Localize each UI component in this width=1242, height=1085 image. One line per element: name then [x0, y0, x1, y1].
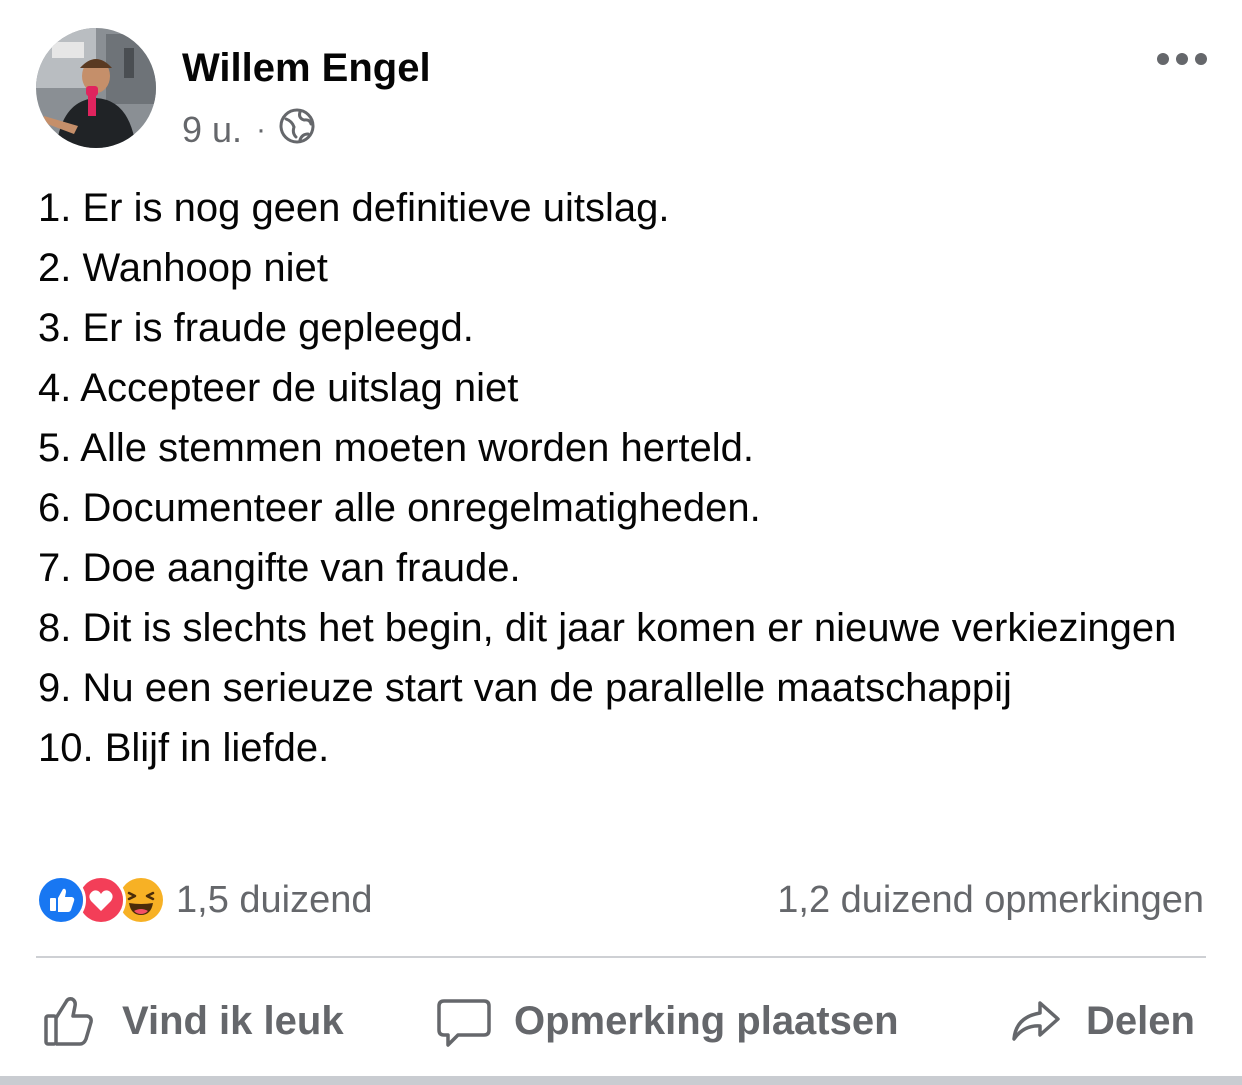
- more-icon: [1157, 53, 1207, 65]
- like-icon: [36, 875, 86, 925]
- more-options-button[interactable]: [1156, 48, 1208, 70]
- post-line: 3. Er is fraude gepleegd.: [38, 306, 474, 350]
- post-line: 4. Accepteer de uitslag niet: [38, 366, 519, 410]
- action-bar: Vind ik leuk Opmerking plaatsen Delen: [36, 986, 1206, 1056]
- share-button[interactable]: Delen: [1008, 986, 1195, 1056]
- post-line: 10. Blijf in liefde.: [38, 726, 330, 770]
- reaction-summary[interactable]: 1,5 duizend: [36, 872, 373, 928]
- post-line: 9. Nu een serieuze start van de parallel…: [38, 666, 1012, 710]
- post-line: 1. Er is nog geen definitieve uitslag.: [38, 186, 670, 230]
- author-avatar[interactable]: [36, 28, 156, 148]
- comment-button[interactable]: Opmerking plaatsen: [436, 986, 899, 1056]
- post-line: 5. Alle stemmen moeten worden herteld.: [38, 426, 754, 470]
- author-name[interactable]: Willem Engel: [182, 46, 431, 91]
- meta-separator: ·: [256, 113, 267, 146]
- post-line: 2. Wanhoop niet: [38, 246, 328, 290]
- reaction-count: 1,5 duizend: [176, 878, 373, 921]
- post-meta: 9 u. ·: [182, 108, 316, 152]
- feed-separator: [0, 1076, 1242, 1085]
- like-button-label: Vind ik leuk: [122, 998, 344, 1043]
- like-button[interactable]: Vind ik leuk: [42, 986, 344, 1056]
- comment-count[interactable]: 1,2 duizend opmerkingen: [777, 872, 1204, 928]
- post-line: 8. Dit is slechts het begin, dit jaar ko…: [38, 606, 1177, 650]
- comment-button-label: Opmerking plaatsen: [514, 998, 899, 1043]
- globe-icon: [278, 107, 316, 154]
- divider: [36, 956, 1206, 958]
- post-line: 7. Doe aangifte van fraude.: [38, 546, 521, 590]
- thumbs-up-icon: [44, 997, 93, 1046]
- share-icon: [1012, 1001, 1060, 1041]
- post-line: 6. Documenteer alle onregelmatigheden.: [38, 486, 761, 530]
- comment-icon: [437, 999, 491, 1047]
- post-timestamp[interactable]: 9 u.: [182, 109, 242, 151]
- post-text: 1. Er is nog geen definitieve uitslag. 2…: [38, 178, 1208, 778]
- share-button-label: Delen: [1086, 998, 1195, 1043]
